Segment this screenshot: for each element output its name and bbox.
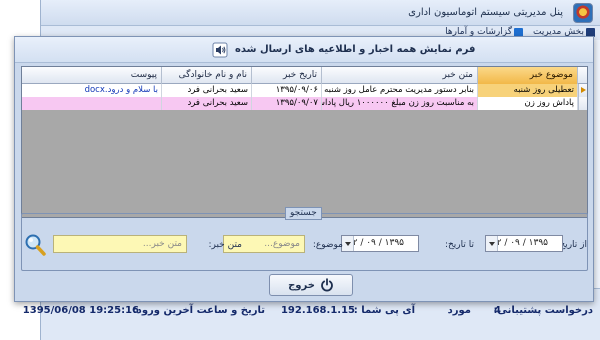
support-label: درخواست پشتیبانی: <box>493 305 594 316</box>
text-label: متن خبر: <box>208 240 242 250</box>
last-login-label: تاریخ و ساعت آخرین ورود: <box>132 305 265 316</box>
last-login-value: 1395/06/08 19:25:16 <box>22 305 139 316</box>
chevron-down-icon[interactable] <box>342 236 354 251</box>
col-header-subject[interactable]: موضوع خبر <box>478 67 578 84</box>
power-icon <box>321 278 333 292</box>
chevron-down-icon[interactable] <box>486 236 498 251</box>
exit-button[interactable]: خروج <box>269 274 353 296</box>
from-date-value: ۱۳۹۵ / ۰۹ / ۰۲ <box>492 238 548 248</box>
col-header-name[interactable]: نام و نام خانوادگی <box>162 67 252 84</box>
cell-name: سعید بحرانی فرد <box>162 97 252 110</box>
cell-subject: پاداش روز زن <box>478 97 578 110</box>
ip-value: 192.168.1.15 <box>280 305 355 316</box>
cell-subject: تعطیلی روز شنبه <box>478 84 578 97</box>
row-indicator <box>578 97 587 110</box>
ip-label: آی پی شما : <box>353 305 415 316</box>
from-date-picker[interactable]: ۱۳۹۵ / ۰۹ / ۰۲ <box>485 235 563 252</box>
col-header-date[interactable]: تاریخ خبر <box>252 67 322 84</box>
table-row[interactable]: با سلام و درود.docx سعید بحرانی فرد ۱۳۹۵… <box>22 84 587 97</box>
cell-name: سعید بحرانی فرد <box>162 84 252 97</box>
col-header-indicator <box>578 67 587 84</box>
search-legend: جستجو <box>285 207 322 220</box>
to-date-label: تا تاریخ: <box>444 240 474 250</box>
cell-date: ۱۳۹۵/۰۹/۰۶ <box>252 84 322 97</box>
text-search-input[interactable]: متن خبر... <box>53 235 187 253</box>
col-header-attachment[interactable]: پیوست <box>22 67 162 84</box>
dialog-title: فرم نمایش همه اخبار و اطلاعیه های ارسال … <box>235 44 476 55</box>
search-icon[interactable] <box>23 233 47 257</box>
subject-label: موضوع: <box>312 240 343 250</box>
speaker-icon <box>212 42 228 58</box>
dialog-header: فرم نمایش همه اخبار و اطلاعیه های ارسال … <box>15 37 593 63</box>
exit-button-label: خروج <box>288 279 315 291</box>
cell-date: ۱۳۹۵/۰۹/۰۷ <box>252 97 322 110</box>
cell-attachment[interactable] <box>22 97 162 110</box>
cell-attachment[interactable]: با سلام و درود.docx <box>22 84 162 97</box>
app-titlebar: پنل مدیریتی سیستم اتوماسیون اداری <box>41 0 600 26</box>
support-unit: مورد <box>447 305 471 316</box>
support-count: 4 <box>494 305 501 316</box>
to-date-picker[interactable]: ۱۳۹۵ / ۰۹ / ۱۲ <box>341 235 419 252</box>
table-row[interactable]: سعید بحرانی فرد ۱۳۹۵/۰۹/۰۷ به مناسبت روز… <box>22 97 587 110</box>
to-date-value: ۱۳۹۵ / ۰۹ / ۱۲ <box>348 238 404 248</box>
current-row-arrow-icon <box>581 87 586 93</box>
cell-text: به مناسبت روز زن مبلغ ۱۰۰۰۰۰۰ ریال پاداش… <box>322 97 478 110</box>
col-header-text[interactable]: متن خبر <box>322 67 478 84</box>
cell-text: بنابر دستور مدیریت محترم عامل روز شنبه ت… <box>322 84 478 97</box>
app-logo-icon <box>573 3 593 23</box>
app-title: پنل مدیریتی سیستم اتوماسیون اداری <box>408 7 563 18</box>
grid-header: پیوست نام و نام خانوادگی تاریخ خبر متن خ… <box>22 67 587 84</box>
news-grid[interactable]: پیوست نام و نام خانوادگی تاریخ خبر متن خ… <box>21 66 588 218</box>
row-indicator <box>578 84 587 97</box>
news-dialog: فرم نمایش همه اخبار و اطلاعیه های ارسال … <box>14 36 594 302</box>
